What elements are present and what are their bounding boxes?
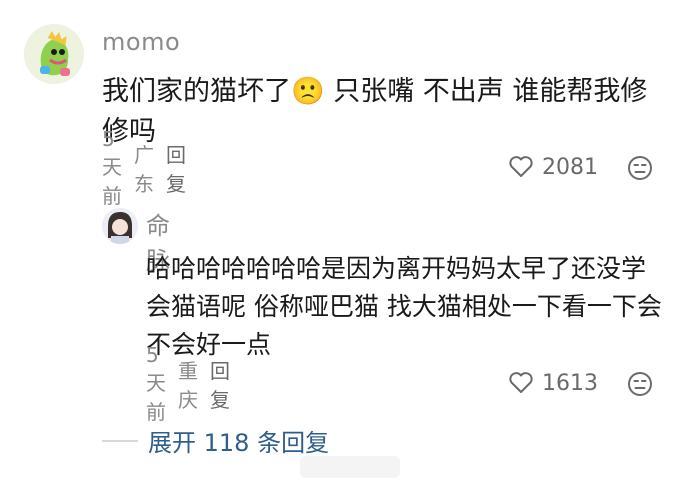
reply-button[interactable]: 回复 [166, 139, 186, 197]
location: 广东 [134, 143, 154, 196]
avatar[interactable] [24, 24, 84, 84]
like-button[interactable]: 1613 [508, 366, 598, 400]
location: 重庆 [178, 359, 198, 412]
like-count: 2081 [542, 154, 598, 180]
dislike-face-icon [628, 156, 652, 180]
reply-button[interactable]: 回复 [210, 355, 230, 413]
dislike-button[interactable] [626, 370, 654, 402]
heart-icon [509, 156, 533, 177]
comment-meta: 5天前 重庆 回复 [146, 343, 242, 424]
comment-text: 哈哈哈哈哈哈哈是因为离开妈妈太早了还没学会猫语呢 俗称哑巴猫 找大猫相处一下看一… [146, 254, 662, 359]
watermark [300, 456, 400, 478]
expand-replies-button[interactable]: 展开 118 条回复 [102, 423, 329, 458]
username[interactable]: momo [102, 28, 180, 56]
divider [102, 439, 138, 442]
like-count: 1613 [542, 370, 598, 396]
avatar[interactable] [102, 208, 138, 244]
heart-icon [509, 372, 533, 393]
dislike-button[interactable] [626, 154, 654, 186]
dislike-face-icon [628, 372, 652, 396]
timestamp: 5天前 [102, 127, 122, 208]
expand-replies-label: 展开 118 条回复 [148, 429, 330, 457]
comment-text: 我们家的猫坏了🙁 只张嘴 不出声 谁能帮我修修吗 [102, 76, 648, 147]
like-button[interactable]: 2081 [508, 150, 598, 184]
timestamp: 5天前 [146, 343, 166, 424]
comment-meta: 5天前 广东 回复 [102, 127, 198, 208]
